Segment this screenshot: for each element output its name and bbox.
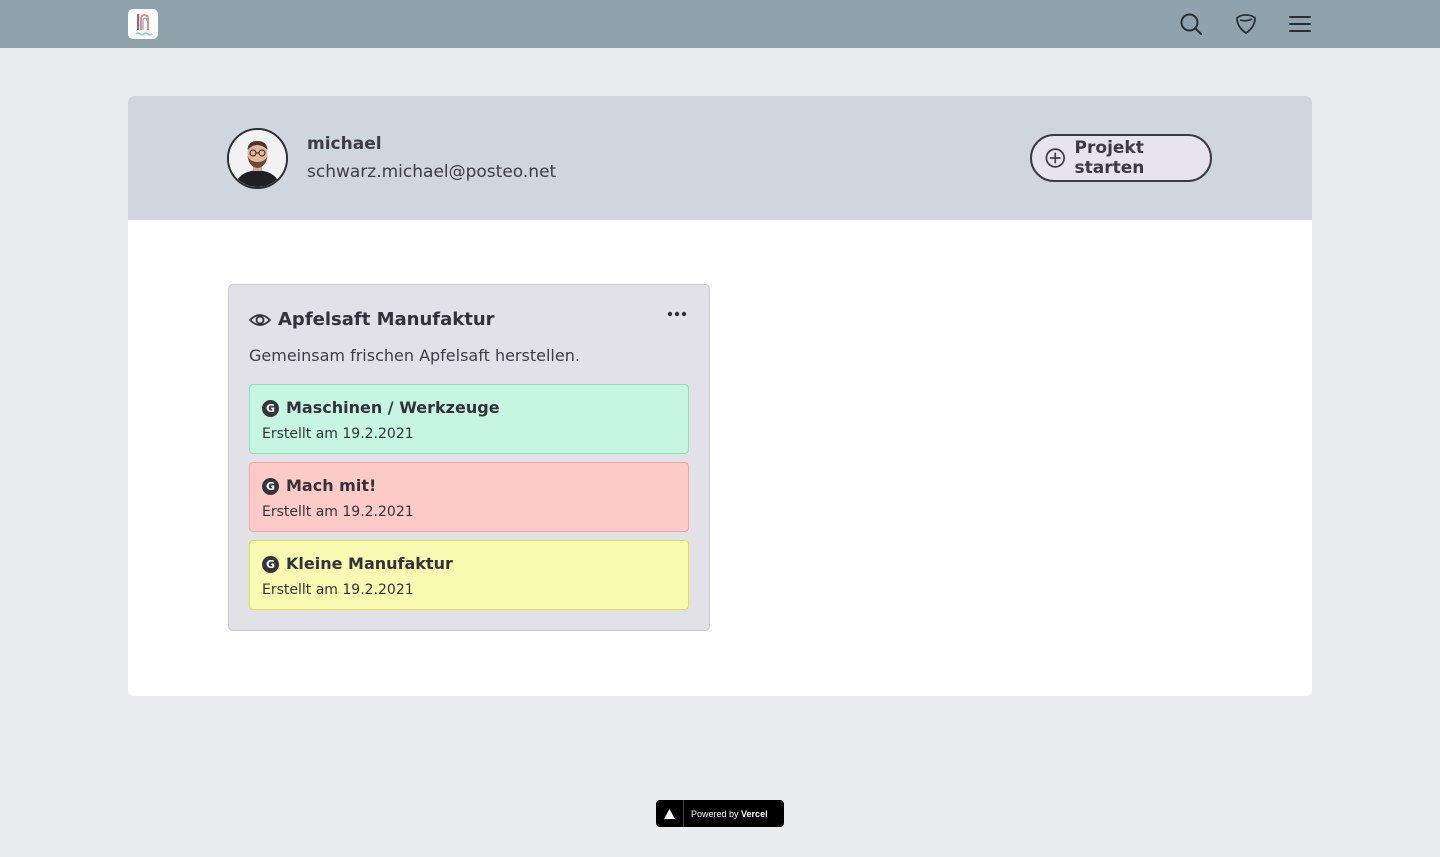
goal-title: Maschinen / Werkzeuge <box>286 398 500 417</box>
project-description: Gemeinsam frischen Apfelsaft herstellen. <box>249 346 580 365</box>
menu-icon <box>1289 16 1311 32</box>
goal-title: Kleine Manufaktur <box>286 554 453 573</box>
project-title[interactable]: Apfelsaft Manufaktur <box>278 309 495 330</box>
plus-circle-icon <box>1045 148 1065 168</box>
search-icon <box>1180 13 1202 35</box>
vercel-triangle-icon <box>656 800 684 827</box>
more-horizontal-icon <box>667 311 687 317</box>
goal-badge-icon: G <box>262 400 279 417</box>
project-menu-button[interactable] <box>665 302 689 326</box>
goal-badge-icon: G <box>262 556 279 573</box>
goal-date: Erstellt am 19.2.2021 <box>262 426 414 442</box>
eye-icon <box>249 314 271 326</box>
menu-button[interactable] <box>1285 9 1315 39</box>
app-logo-icon[interactable] <box>128 9 158 39</box>
goal-card[interactable]: G Kleine Manufaktur Erstellt am 19.2.202… <box>249 540 689 610</box>
user-name: michael <box>307 134 382 154</box>
goal-date: Erstellt am 19.2.2021 <box>262 582 414 598</box>
profile-header: michael schwarz.michael@posteo.net Proje… <box>128 96 1312 220</box>
goal-card[interactable]: G Mach mit! Erstellt am 19.2.2021 <box>249 462 689 532</box>
powered-by-vercel-badge[interactable]: Powered by Vercel <box>656 800 784 827</box>
project-card[interactable]: Apfelsaft Manufaktur Gemeinsam frischen … <box>228 284 710 631</box>
start-project-button[interactable]: Projekt starten <box>1030 134 1212 182</box>
vercel-brand: Vercel <box>741 808 768 819</box>
goal-badge-icon: G <box>262 478 279 495</box>
goal-date: Erstellt am 19.2.2021 <box>262 504 414 520</box>
vercel-prefix: Powered by <box>691 808 739 819</box>
shield-button[interactable] <box>1231 9 1261 39</box>
shield-icon <box>1236 14 1256 35</box>
vercel-label: Powered by Vercel <box>691 809 768 819</box>
avatar[interactable] <box>227 128 288 189</box>
goal-card[interactable]: G Maschinen / Werkzeuge Erstellt am 19.2… <box>249 384 689 454</box>
top-navigation-bar <box>0 0 1440 48</box>
user-email: schwarz.michael@posteo.net <box>307 162 557 182</box>
dashboard-panel: michael schwarz.michael@posteo.net Proje… <box>128 96 1312 696</box>
search-button[interactable] <box>1176 9 1206 39</box>
start-project-label: Projekt starten <box>1074 138 1145 178</box>
goal-title: Mach mit! <box>286 476 377 495</box>
